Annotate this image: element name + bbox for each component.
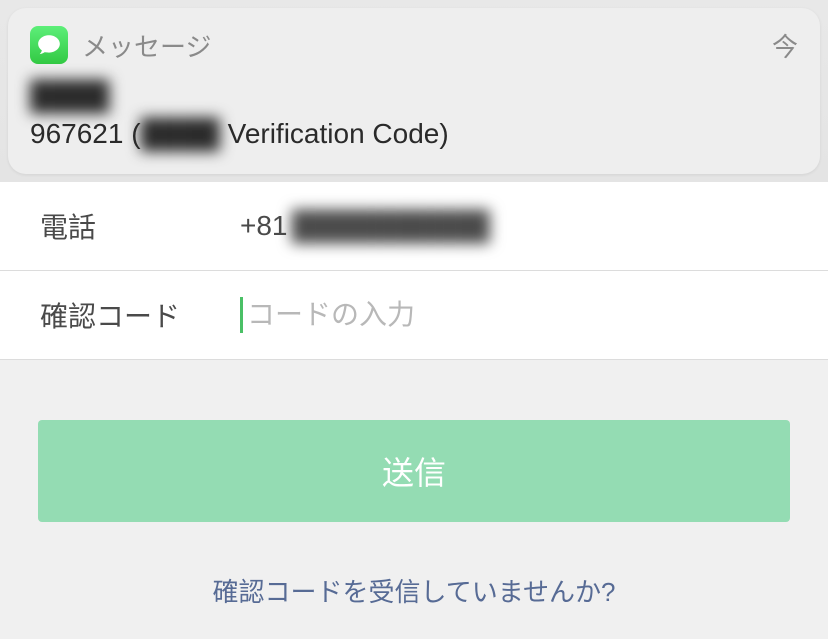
notification-time: 今: [772, 27, 798, 64]
code-label: 確認コード: [40, 295, 240, 335]
notification-area: メッセージ 今 ████ 967621 (████ Verification C…: [0, 0, 828, 182]
notification-sender: ████: [30, 80, 798, 118]
phone-row: 電話 +81██████████: [0, 182, 828, 271]
notification-app-name: メッセージ: [82, 27, 772, 64]
text-cursor: [240, 297, 243, 333]
bottom-area: 送信 確認コードを受信していませんか?: [0, 360, 828, 639]
submit-button[interactable]: 送信: [38, 420, 790, 522]
code-input-wrapper: [240, 297, 788, 333]
verification-form: 電話 +81██████████ 確認コード: [0, 182, 828, 360]
messages-app-icon: [30, 26, 68, 64]
code-row: 確認コード: [0, 271, 828, 360]
code-input[interactable]: [247, 299, 788, 331]
phone-label: 電話: [40, 206, 240, 246]
notification-header: メッセージ 今: [30, 26, 798, 64]
sms-notification[interactable]: メッセージ 今 ████ 967621 (████ Verification C…: [8, 8, 820, 174]
notification-body: 967621 (████ Verification Code): [30, 118, 798, 150]
resend-code-link[interactable]: 確認コードを受信していませんか?: [38, 572, 790, 609]
phone-value: +81██████████: [240, 210, 490, 242]
